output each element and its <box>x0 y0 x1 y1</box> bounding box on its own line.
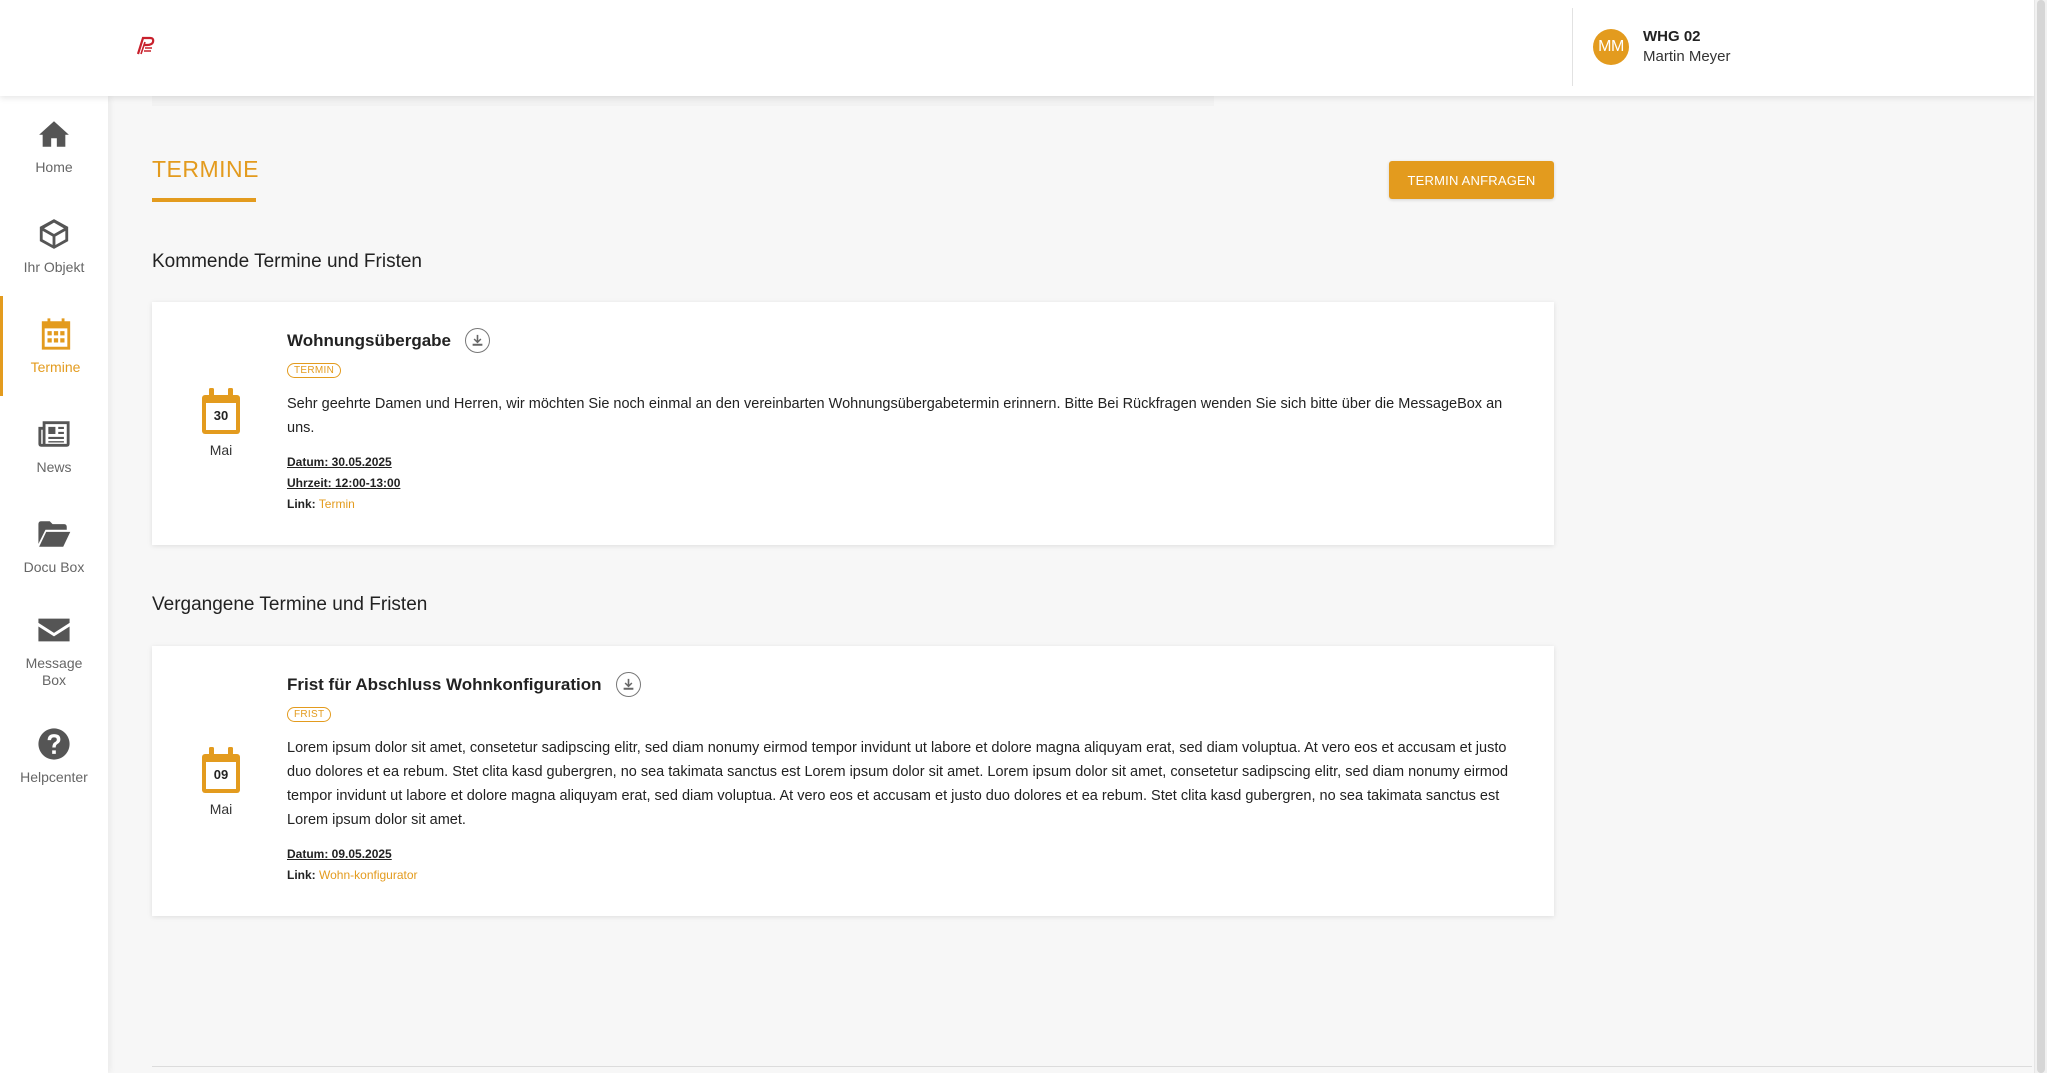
calendar-icon <box>41 317 70 350</box>
calendar-date-icon: 30 <box>200 388 242 436</box>
appointment-link[interactable]: Wohn-konfigurator <box>319 868 418 882</box>
page-title: TERMINE <box>152 156 259 182</box>
date-day: 09 <box>213 767 229 782</box>
link-label: Link: <box>287 868 316 882</box>
cube-icon <box>39 218 69 249</box>
sidebar-item-docu-box[interactable]: Docu Box <box>0 496 108 596</box>
appointment-date: Datum: 30.05.2025 <box>287 455 392 469</box>
appointment-date: Datum: 09.05.2025 <box>287 847 392 861</box>
upcoming-section-heading: Kommende Termine und Fristen <box>152 251 422 272</box>
calendar-date-icon: 09 <box>200 747 242 795</box>
appointment-time: Uhrzeit: 12:00-13:00 <box>287 476 401 490</box>
sidebar: Home Ihr Objekt Termine News Docu Box Me… <box>0 96 108 1073</box>
type-badge: TERMIN <box>287 363 342 378</box>
date-month: Mai <box>209 801 233 817</box>
appointment-card: 09 Mai Frist für Abschluss Wohnkonfigura… <box>152 646 1554 916</box>
sidebar-item-label: News <box>36 458 72 475</box>
folder-open-icon <box>38 520 71 547</box>
brand-logo-icon[interactable] <box>134 34 158 58</box>
sidebar-item-label: Docu Box <box>23 558 85 575</box>
download-icon[interactable] <box>465 328 491 353</box>
home-icon <box>39 120 69 147</box>
sidebar-item-ihr-objekt[interactable]: Ihr Objekt <box>0 196 108 296</box>
footer-divider <box>152 1066 2032 1067</box>
appointment-title: Wohnungsübergabe <box>287 328 1526 353</box>
date-block: 09 Mai <box>200 747 242 817</box>
appointment-meta: Datum: 09.05.2025 Link: Wohn-konfigurato… <box>287 844 1526 886</box>
appointment-title: Frist für Abschluss Wohnkonfiguration <box>287 672 1526 697</box>
sidebar-item-label: Helpcenter <box>20 768 88 785</box>
avatar[interactable]: MM <box>1593 29 1629 65</box>
appointment-description: Lorem ipsum dolor sit amet, consetetur s… <box>287 740 1509 828</box>
user-unit: WHG 02 <box>1643 28 1701 45</box>
newspaper-icon <box>38 420 70 447</box>
request-appointment-button[interactable]: TERMIN ANFRAGEN <box>1389 161 1554 199</box>
date-month: Mai <box>209 442 233 458</box>
appointment-meta: Datum: 30.05.2025 Uhrzeit: 12:00-13:00 L… <box>287 452 1526 515</box>
download-icon[interactable] <box>615 672 641 697</box>
link-label: Link: <box>287 497 316 511</box>
appointment-card: 30 Mai Wohnungsübergabe TERMIN Sehr geeh… <box>152 302 1554 545</box>
past-section-heading: Vergangene Termine und Fristen <box>152 594 428 615</box>
sidebar-item-label: Home <box>35 158 73 175</box>
sidebar-item-termine[interactable]: Termine <box>0 296 108 396</box>
type-badge: FRIST <box>287 707 332 722</box>
envelope-icon <box>38 618 70 642</box>
user-menu[interactable]: MM WHG 02 Martin Meyer <box>1572 8 1731 86</box>
top-bar: MM WHG 02 Martin Meyer <box>0 0 2034 96</box>
appointment-title-text: Wohnungsübergabe <box>287 330 452 350</box>
sidebar-item-news[interactable]: News <box>0 396 108 496</box>
page-title-underline <box>152 198 256 202</box>
page-scrollbar[interactable] <box>2034 0 2047 1073</box>
sidebar-item-message-box[interactable]: Message Box <box>0 596 108 706</box>
content-header-strip <box>152 96 1214 106</box>
date-block: 30 Mai <box>200 388 242 458</box>
sidebar-item-helpcenter[interactable]: Helpcenter <box>0 706 108 806</box>
appointment-description: Sehr geehrte Damen und Herren, wir möcht… <box>287 396 1503 436</box>
sidebar-item-label: Termine <box>30 358 81 375</box>
scrollbar-thumb[interactable] <box>2037 0 2045 1073</box>
appointment-link[interactable]: Termin <box>319 497 355 511</box>
date-day: 30 <box>213 408 229 423</box>
sidebar-item-home[interactable]: Home <box>0 96 108 196</box>
appointment-title-text: Frist für Abschluss Wohnkonfiguration <box>287 674 602 694</box>
sidebar-item-label: Message Box <box>25 655 83 688</box>
question-circle-icon <box>38 727 70 760</box>
sidebar-item-label: Ihr Objekt <box>23 258 85 275</box>
user-name: Martin Meyer <box>1643 48 1731 65</box>
